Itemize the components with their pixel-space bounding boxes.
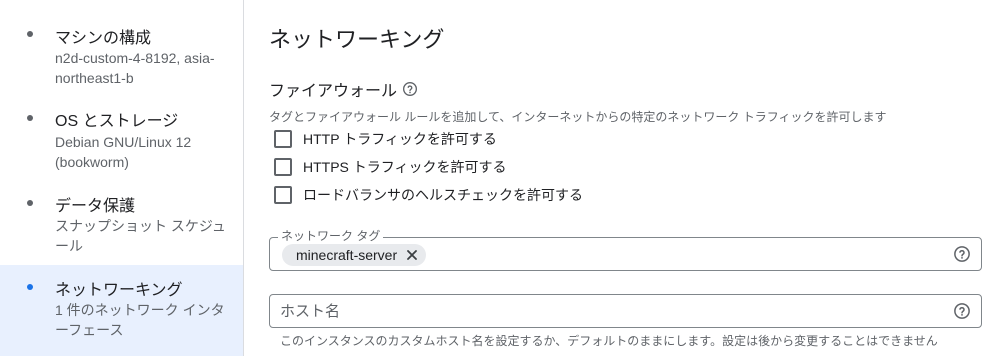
hostname-hint: このインスタンスのカスタムホスト名を設定するか、デフォルトのままにします。設定は… [280,334,938,348]
hostname-field[interactable] [269,294,982,328]
firewall-description: タグとファイアウォール ルールを追加して、インターネットからの特定のネットワーク… [269,110,887,124]
dot-icon [27,31,33,37]
step-networking[interactable]: ネットワーキング 1 件のネットワーク インターフェース [0,265,243,356]
dot-icon [27,115,33,121]
step-data-protection[interactable]: データ保護 スナップショット スケジュール [0,180,243,265]
step-subtitle: Debian GNU/Linux 12 (bookworm) [55,134,192,170]
hostname-input[interactable] [270,295,950,327]
dot-icon [27,200,33,206]
network-tags-label: ネットワーク タグ [278,229,384,243]
allow-https-checkbox[interactable] [274,158,292,176]
step-title: マシンの構成 [55,30,152,47]
dot-icon [27,284,33,290]
allow-https-checkbox-row[interactable]: HTTPS トラフィックを許可する [274,157,507,177]
help-circle-icon[interactable] [402,81,418,97]
allow-http-checkbox[interactable] [274,130,292,148]
allow-lb-healthcheck-checkbox[interactable] [274,186,292,204]
checkbox-label: HTTP トラフィックを許可する [303,131,497,147]
step-machine-config[interactable]: マシンの構成 n2d-custom-4-8192, asia-northeast… [0,0,243,90]
step-os-storage[interactable]: OS とストレージ Debian GNU/Linux 12 (bookworm) [0,90,243,180]
tag-chip-label: minecraft-server [296,247,398,263]
networking-panel: ネットワーキング ファイアウォール タグとファイアウォール ルールを追加して、イ… [244,0,1002,356]
step-subtitle: 1 件のネットワーク インターフェース [55,302,225,338]
tag-chip: minecraft-server [282,244,427,266]
step-title: ネットワーキング [55,282,183,299]
help-circle-icon[interactable] [953,245,971,263]
close-icon[interactable] [406,249,418,261]
help-circle-icon[interactable] [953,302,971,320]
step-subtitle: n2d-custom-4-8192, asia-northeast1-b [55,50,215,86]
stepper-sidebar: マシンの構成 n2d-custom-4-8192, asia-northeast… [0,0,244,356]
page-title: ネットワーキング [269,27,445,52]
network-tags-field[interactable]: ネットワーク タグ minecraft-server [269,229,982,271]
checkbox-label: HTTPS トラフィックを許可する [303,159,507,175]
step-title: OS とストレージ [55,113,179,130]
allow-http-checkbox-row[interactable]: HTTP トラフィックを許可する [274,129,497,149]
allow-lb-healthcheck-checkbox-row[interactable]: ロードバランサのヘルスチェックを許可する [274,185,583,205]
firewall-section-title: ファイアウォール [269,77,418,101]
step-subtitle: スナップショット スケジュール [55,218,226,254]
step-title: データ保護 [55,198,136,215]
firewall-title: ファイアウォール [269,83,398,100]
checkbox-label: ロードバランサのヘルスチェックを許可する [303,187,583,203]
